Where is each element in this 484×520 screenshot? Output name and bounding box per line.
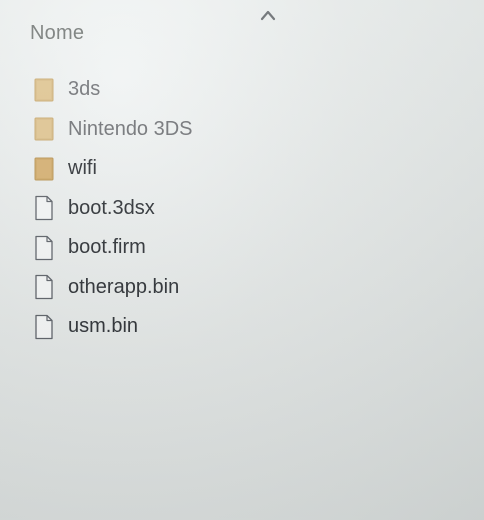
file-name: Nintendo 3DS [68,117,193,140]
folder-icon [34,157,54,181]
list-item-usm-bin[interactable]: usm.bin [34,307,454,347]
file-name: otherapp.bin [68,275,180,298]
file-name: usm.bin [68,315,139,338]
list-header: Nome [0,0,484,66]
sort-ascending-icon[interactable] [259,8,277,22]
folder-icon [34,78,54,102]
file-name: 3ds [68,78,101,101]
file-icon [35,196,53,221]
list-item-boot-3dsx[interactable]: boot.3dsx [34,189,454,229]
list-item-nintendo-3ds[interactable]: Nintendo 3DS [34,110,454,150]
folder-icon [34,117,54,141]
file-icon [35,314,53,339]
column-header-name[interactable]: Nome [30,22,84,45]
file-icon [35,235,53,260]
file-list: 3ds Nintendo 3DS wifi boot.3dsx boot.fir… [34,70,454,347]
list-item-boot-firm[interactable]: boot.firm [34,228,454,268]
list-item-3ds[interactable]: 3ds [34,70,454,110]
list-item-otherapp-bin[interactable]: otherapp.bin [34,268,454,308]
file-name: boot.3dsx [68,196,155,219]
file-name: boot.firm [68,236,146,259]
list-item-wifi[interactable]: wifi [34,149,454,189]
file-icon [35,275,53,300]
file-name: wifi [68,157,97,180]
